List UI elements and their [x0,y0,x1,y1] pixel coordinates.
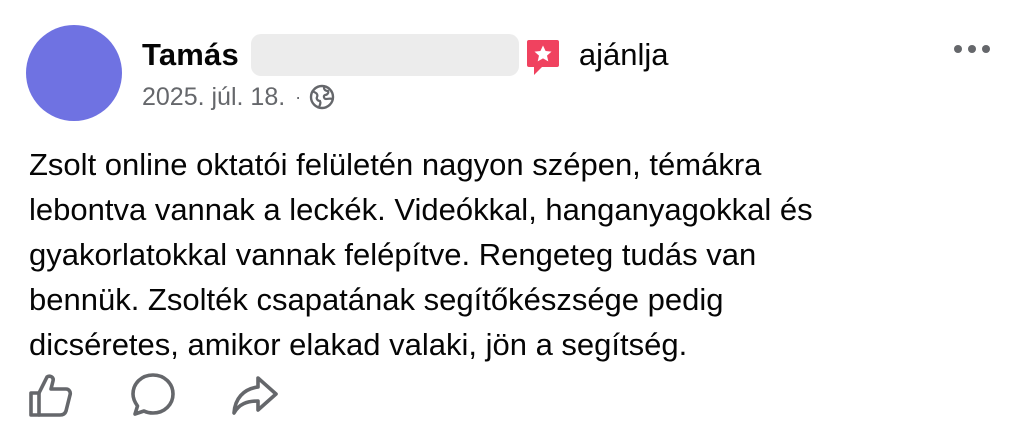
post-text: Zsolt online oktatói felületén nagyon sz… [29,147,813,362]
post-actions [26,372,332,422]
redacted-name-block [250,34,519,76]
recommend-badge-icon [525,37,561,77]
recommends-label: ajánlja [578,37,669,72]
review-post: Tamás ajánlja 2025. júl. 18. · Zsolt onl… [0,0,1024,445]
avatar[interactable] [26,25,122,121]
comment-icon [128,370,178,425]
meta-separator: · [295,86,302,107]
comment-button[interactable] [128,372,178,422]
like-button[interactable] [26,372,76,422]
more-options-icon[interactable] [950,34,994,64]
share-icon [230,370,280,425]
globe-icon [309,84,335,110]
post-meta: 2025. júl. 18. · [142,82,335,112]
author-name[interactable]: Tamás [142,37,239,73]
post-header: Tamás ajánlja [142,32,669,78]
share-button[interactable] [230,372,280,422]
post-date[interactable]: 2025. júl. 18. [142,83,285,112]
thumbs-up-icon [27,371,75,424]
